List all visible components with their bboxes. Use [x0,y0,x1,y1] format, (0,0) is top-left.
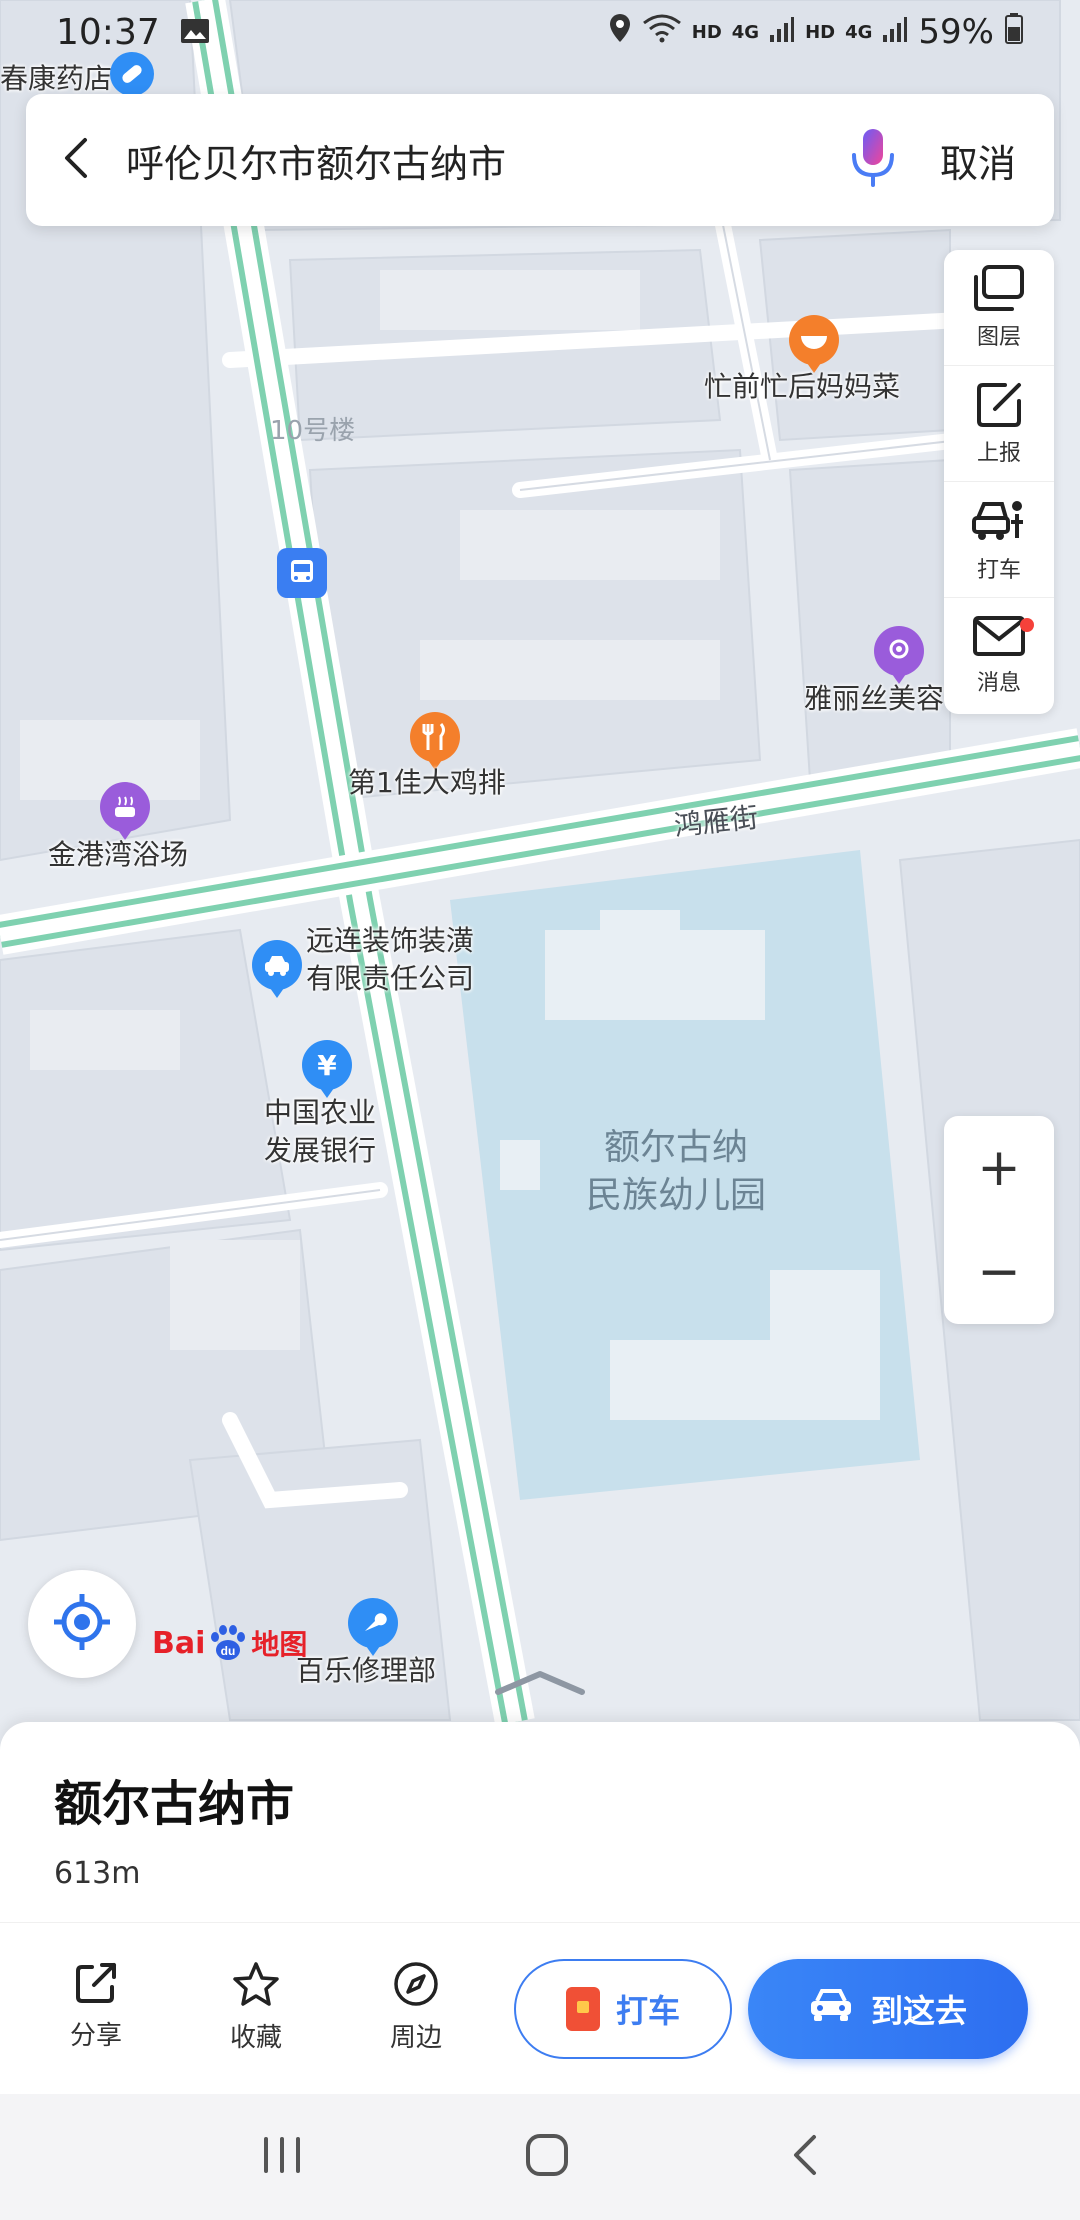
report-icon [975,381,1023,431]
go-here-button[interactable]: 到这去 [748,1959,1028,2059]
taxi-icon [972,496,1026,548]
layers-label: 图层 [976,324,1021,350]
map-tools-panel: 图层 上报 打车 消息 [944,250,1054,714]
taxi-tool-button[interactable]: 打车 [944,482,1054,598]
poi-label-beauty[interactable]: 雅丽丝美容 [804,680,944,718]
zoom-in-button[interactable]: + [944,1116,1054,1220]
message-icon [972,615,1026,661]
poi-label-chicken[interactable]: 第1佳大鸡排 [348,764,506,802]
network-hd-2: HD [805,21,836,43]
locate-me-button[interactable] [28,1570,136,1678]
share-button[interactable]: 分享 [36,1961,156,2052]
taxi-tool-label: 打车 [976,557,1021,583]
poi-label-bank-line1: 中国农业 [264,1096,377,1129]
favorite-label: 收藏 [229,2023,282,2053]
bath-icon[interactable] [100,782,150,840]
zoom-out-button[interactable]: − [944,1220,1054,1324]
location-icon [608,12,632,52]
back-button[interactable] [26,94,126,226]
company-icon[interactable] [252,940,302,998]
recent-apps-button[interactable] [260,2135,304,2179]
network-4g-1: 4G [731,21,760,43]
poi-label-restaurant[interactable]: 忙前忙后妈妈菜 [704,368,900,406]
poi-label-repair[interactable]: 百乐修理部 [296,1652,436,1690]
wifi-icon [642,12,682,52]
logo-bai-text: Bai [152,1625,206,1661]
taxi-button-label: 打车 [615,1992,680,2030]
logo-du-text: du [221,1644,236,1658]
nearby-label: 周边 [389,2023,442,2053]
place-detail-sheet[interactable]: 额尔古纳市 613m 分享 收藏 周边 打车 到这去 [0,1722,1080,2094]
search-input[interactable]: 呼伦贝尔市额尔古纳市 [126,133,828,188]
kindergarten-label[interactable]: 额尔古纳 民族幼儿园 [586,1124,766,1220]
kindergarten-label-line2: 民族幼儿园 [586,1175,767,1216]
message-button[interactable]: 消息 [944,598,1054,714]
compass-icon [393,1961,439,2011]
chevron-up-icon [494,1671,586,1702]
taxi-button[interactable]: 打车 [514,1959,732,2059]
poi-label-bank[interactable]: 中国农业 发展银行 [264,1094,376,1170]
status-time: 10:37 [56,11,160,53]
layers-icon [972,264,1026,315]
report-button[interactable]: 上报 [944,366,1054,482]
share-icon [74,1961,118,2009]
report-label: 上报 [976,440,1021,466]
signal-icon [882,12,908,52]
network-4g-2: 4G [845,21,873,43]
star-icon [232,1961,280,2011]
search-bar[interactable]: 呼伦贝尔市额尔古纳市 取消 [26,94,1054,226]
poi-label-company-line2: 有限责任公司 [306,962,475,995]
unread-dot [1020,618,1034,632]
crosshair-icon [52,1592,112,1656]
car-icon [809,1987,853,2031]
food-icon[interactable] [410,712,460,770]
favorite-button[interactable]: 收藏 [196,1961,316,2054]
signal-icon [769,12,795,52]
share-label: 分享 [69,2021,122,2051]
system-nav-bar [0,2094,1080,2220]
red-packet-icon [565,1987,600,2031]
cancel-button[interactable]: 取消 [918,133,1038,188]
logo-ditu-text: 地图 [251,1628,308,1661]
layers-button[interactable]: 图层 [944,250,1054,366]
poi-label-pharmacy[interactable]: 春康药店 [0,60,112,98]
place-title: 额尔古纳市 [54,1776,295,1832]
bank-icon[interactable]: ¥ [302,1040,352,1098]
nearby-button[interactable]: 周边 [356,1961,476,2054]
battery-percent: 59% [918,12,994,52]
bus-stop-icon[interactable] [277,548,327,598]
poi-label-company[interactable]: 远连装饰装潢 有限责任公司 [306,922,474,998]
home-button[interactable] [524,2132,570,2182]
repair-icon[interactable] [348,1598,398,1656]
zoom-control: + − [944,1116,1054,1324]
go-here-label: 到这去 [870,1992,967,2030]
status-bar: 10:37 HD 4G HD 4G 59% [0,0,1080,64]
action-bar: 分享 收藏 周边 打车 到这去 [0,1922,1080,2094]
poi-label-bank-line2: 发展银行 [264,1134,377,1167]
kindergarten-label-line1: 额尔古纳 [604,1127,749,1168]
message-label: 消息 [976,671,1021,696]
poi-label-company-line1: 远连装饰装潢 [306,924,475,957]
building-label: 10号楼 [270,416,356,446]
chevron-left-icon [61,136,91,184]
poi-label-bath[interactable]: 金港湾浴场 [48,836,188,874]
baidu-paw-icon: du [211,1625,246,1660]
network-hd-1: HD [691,21,722,43]
microphone-icon [848,127,898,193]
place-distance: 613m [54,1856,141,1891]
battery-icon [1004,12,1024,53]
expand-sheet-handle[interactable] [494,1668,586,1702]
beauty-icon[interactable] [874,626,924,684]
baidu-map-logo: Bai du 地图 [152,1622,307,1664]
voice-search-button[interactable] [828,127,918,193]
system-back-button[interactable] [790,2133,820,2181]
gallery-icon [180,12,210,53]
restaurant-icon[interactable] [789,315,839,373]
